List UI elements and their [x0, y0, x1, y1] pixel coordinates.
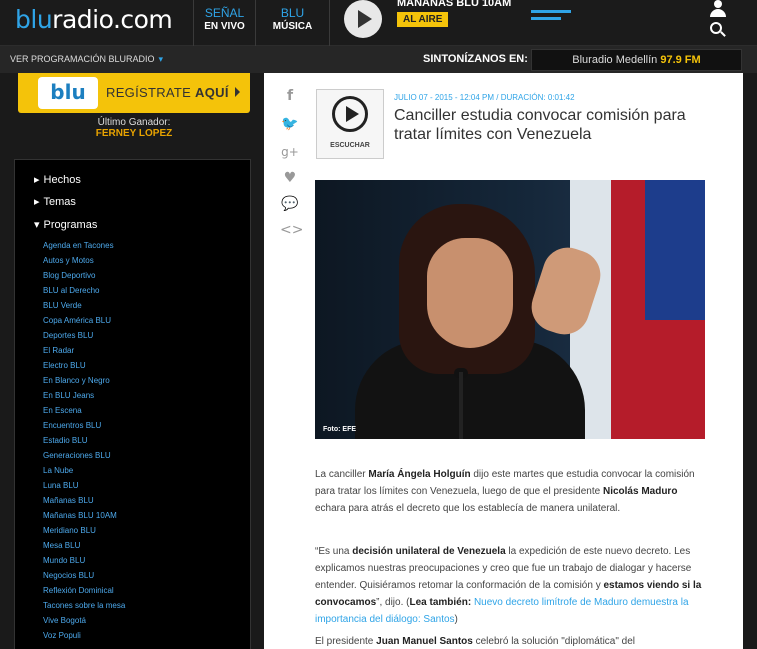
sidebar-program-item[interactable]: En BLU Jeans: [43, 388, 125, 403]
twitter-icon[interactable]: 🐦: [280, 115, 300, 133]
menu-section-hechos[interactable]: ▸ Hechos: [34, 173, 81, 186]
article-photo: Foto: EFE: [315, 180, 705, 439]
program-list: Agenda en Tacones Autos y Motos Blog Depor…: [43, 238, 125, 643]
listen-button[interactable]: ESCUCHAR: [316, 89, 384, 159]
sidebar-program-item[interactable]: Tacones sobre la mesa: [43, 598, 125, 613]
menu-section-temas[interactable]: ▸ Temas: [34, 195, 76, 208]
sidebar-program-item[interactable]: En Blanco y Negro: [43, 373, 125, 388]
sidebar-program-item[interactable]: La Nube: [43, 463, 125, 478]
caret-right-icon: ▸: [34, 174, 40, 186]
sidebar-program-item[interactable]: Estadio BLU: [43, 433, 125, 448]
sidebar-program-item[interactable]: Mañanas BLU: [43, 493, 125, 508]
sidebar-program-item[interactable]: Vive Bogotá: [43, 613, 125, 628]
sidebar-program-item[interactable]: Copa América BLU: [43, 313, 125, 328]
sidebar-program-item[interactable]: Mundo BLU: [43, 553, 125, 568]
now-playing-show: MAÑANAS BLU 10AM: [397, 0, 512, 9]
photo-credit: Foto: EFE: [323, 426, 357, 433]
facebook-icon[interactable]: f: [280, 87, 300, 105]
schedule-link[interactable]: VER PROGRAMACIÓN BLURADIO ▾: [10, 54, 163, 65]
sidebar-program-item[interactable]: Luna BLU: [43, 478, 125, 493]
sidebar-program-item[interactable]: Generaciones BLU: [43, 448, 125, 463]
sidebar-program-item[interactable]: Blog Deportivo: [43, 268, 125, 283]
blu-logo: blu: [38, 77, 98, 109]
heart-icon[interactable]: ♥: [280, 169, 300, 187]
tab-blu-music[interactable]: BLU MÚSICA: [255, 0, 330, 46]
station-select[interactable]: Bluradio Medellín 97.9 FM: [531, 49, 742, 71]
tune-in-label: SINTONÍZANOS EN:: [423, 53, 528, 65]
sidebar-program-item[interactable]: Mañanas BLU 10AM: [43, 508, 125, 523]
on-air-badge: AL AIRE: [397, 12, 449, 27]
article-meta: JULIO 07 - 2015 - 12:04 PM / DURACIÓN: 0…: [394, 93, 575, 102]
search-icon[interactable]: [710, 22, 726, 38]
article-paragraph: El presidente Juan Manuel Santos celebró…: [315, 636, 636, 647]
menu-section-programas[interactable]: ▾ Programas: [34, 218, 97, 231]
sidebar-program-item[interactable]: Autos y Motos: [43, 253, 125, 268]
sidebar-program-item[interactable]: Voz Populi: [43, 628, 125, 643]
sidebar-program-item[interactable]: BLU al Derecho: [43, 283, 125, 298]
article-panel: f 🐦 g+ ♥ 💬 <> ESCUCHAR JULIO 07 - 2015 -…: [264, 73, 743, 649]
sidebar-program-item[interactable]: El Radar: [43, 343, 125, 358]
embed-code-icon[interactable]: <>: [280, 221, 303, 239]
article-paragraph: La canciller María Ángela Holguín dijo e…: [315, 469, 695, 514]
caret-right-icon: ▸: [34, 196, 40, 208]
sidebar-program-item[interactable]: Negocios BLU: [43, 568, 125, 583]
live-play-button[interactable]: [344, 0, 382, 38]
sidebar-program-item[interactable]: Deportes BLU: [43, 328, 125, 343]
register-button[interactable]: blu REGÍSTRATE AQUÍ: [18, 73, 250, 113]
sidebar-program-item[interactable]: Encuentros BLU: [43, 418, 125, 433]
article-headline: Canciller estudia convocar comisión para…: [394, 107, 686, 143]
sidebar-program-item[interactable]: Electro BLU: [43, 358, 125, 373]
sidebar-program-item[interactable]: Mesa BLU: [43, 538, 125, 553]
arrow-right-icon: [235, 87, 240, 97]
sub-header: VER PROGRAMACIÓN BLURADIO ▾ SINTONÍZANOS …: [0, 46, 757, 73]
sidebar-program-item[interactable]: BLU Verde: [43, 298, 125, 313]
top-header: bluradio.com SEÑAL EN VIVO BLU MÚSICA MA…: [0, 0, 757, 46]
last-winner: Último Ganador: FERNEY LOPEZ: [95, 117, 173, 139]
user-icon[interactable]: [708, 0, 728, 18]
googleplus-icon[interactable]: g+: [280, 143, 300, 161]
play-icon: [332, 96, 368, 132]
tab-live-signal[interactable]: SEÑAL EN VIVO: [193, 0, 255, 46]
site-logo[interactable]: bluradio.com: [15, 5, 173, 34]
chevron-down-icon: ▾: [158, 54, 164, 64]
caret-down-icon: ▾: [34, 219, 40, 231]
volume-icon[interactable]: [531, 10, 571, 24]
sidebar-program-item[interactable]: Reflexión Dominical: [43, 583, 125, 598]
sidebar-menu: ▸ Hechos ▸ Temas ▾ Programas Agenda en Taco…: [14, 159, 251, 649]
sidebar-program-item[interactable]: En Escena: [43, 403, 125, 418]
comment-icon[interactable]: 💬: [280, 195, 300, 213]
sidebar-program-item[interactable]: Meridiano BLU: [43, 523, 125, 538]
sidebar-program-item[interactable]: Agenda en Tacones: [43, 238, 125, 253]
article-paragraph: “Es una decisión unilateral de Venezuela…: [315, 546, 702, 625]
